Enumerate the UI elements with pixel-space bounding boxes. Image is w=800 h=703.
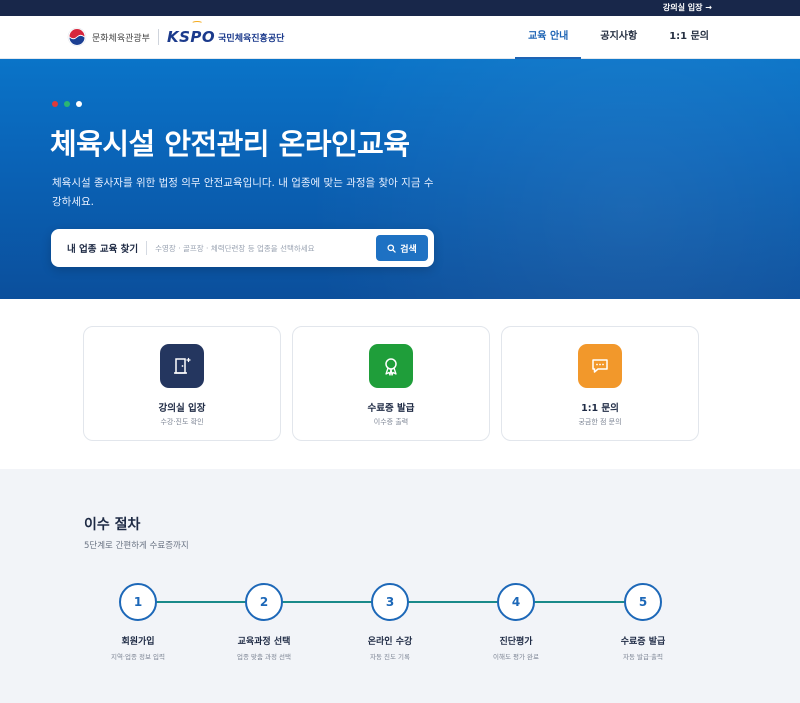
hero-banner: 체육시설 안전관리 온라인교육 체육시설 종사자를 위한 법정 의무 안전교육입… <box>0 59 800 299</box>
step-description: 이해도 평가 완료 <box>493 653 539 661</box>
process-step-1: 1 회원가입 지역·업종 정보 입력 <box>78 583 198 661</box>
top-utility-bar: 강의실 입장 → <box>0 0 800 16</box>
government-emblem-icon <box>67 27 87 47</box>
search-button-label: 검색 <box>400 244 417 255</box>
green-dot <box>64 101 70 107</box>
step-number: 5 <box>624 583 662 621</box>
quick-card-inquiry[interactable]: 1:1 문의 궁금한 점 문의 <box>501 326 699 441</box>
search-separator <box>146 241 148 255</box>
step-number: 4 <box>497 583 535 621</box>
kspo-logo-text: KSPO <box>166 28 216 46</box>
kspo-name: 국민체육진흥공단 <box>218 33 285 44</box>
nav-inquiry[interactable]: 1:1 문의 <box>656 16 722 59</box>
nav-education-info[interactable]: 교육 안내 <box>515 16 582 59</box>
search-button[interactable]: 검색 <box>376 235 428 261</box>
classroom-door-icon <box>160 344 204 388</box>
step-number: 2 <box>245 583 283 621</box>
quick-links: 강의실 입장 수강·진도 확인 수료증 발급 이수증 출력 1:1 문의 궁금한… <box>0 299 800 469</box>
step-description: 지역·업종 정보 입력 <box>110 653 166 661</box>
quick-card-subtitle: 수강·진도 확인 <box>160 418 204 426</box>
completion-process: 이수 절차 5단계로 간편하게 수료증까지 1 회원가입 지역·업종 정보 입력… <box>0 469 800 703</box>
process-step-3: 3 온라인 수강 자동 진도 기록 <box>330 583 450 661</box>
step-number: 1 <box>119 583 157 621</box>
main-nav: 교육 안내 공지사항 1:1 문의 <box>509 16 722 59</box>
process-title: 이수 절차 <box>84 517 141 533</box>
process-subtitle: 5단계로 간편하게 수료증까지 <box>84 541 189 551</box>
chat-bubble-icon <box>578 344 622 388</box>
course-search-box: 내 업종 교육 찾기 검색 <box>51 229 434 267</box>
decorative-dots <box>52 101 88 107</box>
search-label: 내 업종 교육 찾기 <box>67 244 139 255</box>
quick-card-title: 강의실 입장 <box>158 403 206 414</box>
certificate-badge-icon <box>369 344 413 388</box>
hero-description: 체육시설 종사자를 위한 법정 의무 안전교육입니다. 내 업종에 맞는 과정을… <box>52 177 434 208</box>
step-number: 3 <box>371 583 409 621</box>
quick-card-subtitle: 이수증 출력 <box>373 418 409 426</box>
step-description: 자동 발급·출력 <box>622 653 663 661</box>
search-icon <box>387 243 396 253</box>
ministry-name: 문화체육관광부 <box>92 33 150 44</box>
process-step-4: 4 진단평가 이해도 평가 완료 <box>456 583 576 661</box>
step-description: 자동 진도 기록 <box>369 653 410 661</box>
step-title: 수료증 발급 <box>620 637 666 647</box>
kspo-swoosh-icon: ⁀ <box>192 22 202 33</box>
step-title: 온라인 수강 <box>367 637 413 647</box>
quick-card-title: 1:1 문의 <box>581 403 619 414</box>
site-header: 문화체육관광부 KSPO ⁀ 국민체육진흥공단 교육 안내 공지사항 1:1 문의 <box>0 16 800 59</box>
white-dot <box>76 101 82 107</box>
process-step-5: 5 수료증 발급 자동 발급·출력 <box>583 583 703 661</box>
red-dot <box>52 101 58 107</box>
step-title: 진단평가 <box>499 637 533 647</box>
process-step-2: 2 교육과정 선택 업종 맞춤 과정 선택 <box>204 583 324 661</box>
nav-notices[interactable]: 공지사항 <box>587 16 650 59</box>
industry-search-input[interactable] <box>155 243 376 253</box>
step-description: 업종 맞춤 과정 선택 <box>236 653 292 661</box>
quick-card-title: 수료증 발급 <box>367 403 415 414</box>
hero-title: 체육시설 안전관리 온라인교육 <box>50 127 410 161</box>
quick-card-certificate[interactable]: 수료증 발급 이수증 출력 <box>292 326 490 441</box>
step-title: 교육과정 선택 <box>237 637 291 647</box>
step-title: 회원가입 <box>121 637 155 647</box>
logo-group[interactable]: 문화체육관광부 KSPO ⁀ 국민체육진흥공단 <box>67 22 285 48</box>
kspo-logo: KSPO ⁀ <box>166 22 216 46</box>
classroom-entry-link[interactable]: 강의실 입장 → <box>663 0 712 16</box>
logo-divider <box>157 29 159 45</box>
quick-card-classroom[interactable]: 강의실 입장 수강·진도 확인 <box>83 326 281 441</box>
quick-card-subtitle: 궁금한 점 문의 <box>578 418 622 426</box>
